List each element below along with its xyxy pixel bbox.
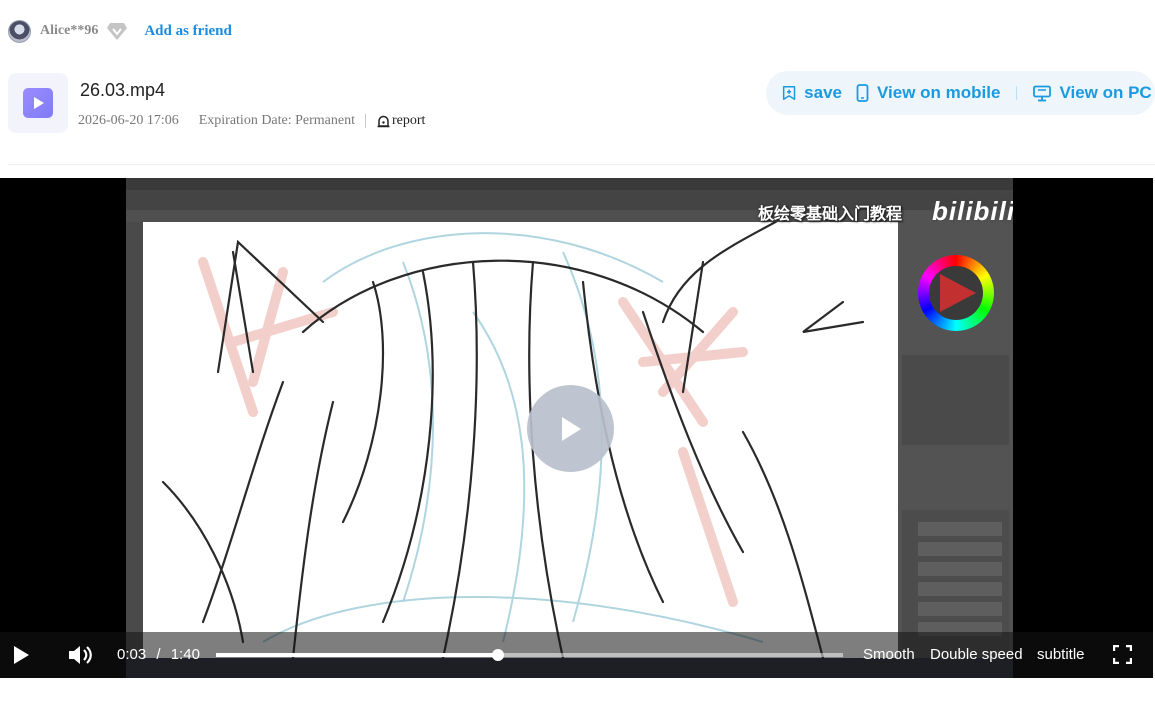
layer-row (918, 542, 1002, 556)
report-button[interactable]: report (376, 113, 425, 129)
view-on-pc-button[interactable]: View on PC (1033, 83, 1152, 103)
play-icon[interactable] (10, 645, 32, 665)
layer-row (918, 582, 1002, 596)
bookmark-plus-icon (782, 85, 796, 101)
current-time: 0:03 (117, 646, 147, 663)
file-meta: 2026-06-20 17:06 Expiration Date: Perman… (78, 113, 425, 129)
view-on-mobile-button[interactable]: View on mobile (856, 83, 1000, 103)
phone-icon (856, 84, 869, 102)
monitor-icon (1033, 85, 1052, 101)
fullscreen-icon[interactable] (1113, 645, 1132, 664)
save-button[interactable]: save (782, 83, 842, 103)
quality-button[interactable]: Smooth (863, 646, 915, 663)
user-name[interactable]: Alice**96 (40, 23, 98, 39)
big-play-button[interactable] (527, 385, 614, 472)
video-sketch (161, 222, 865, 658)
color-triangle (940, 274, 976, 312)
volume-icon[interactable] (67, 644, 93, 666)
meta-divider (365, 114, 367, 128)
layer-row (918, 562, 1002, 576)
file-name: 26.03.mp4 (80, 80, 166, 100)
expiration-date: Expiration Date: Permanent (198, 113, 356, 128)
report-label: report (392, 113, 426, 128)
bilibili-logo: bilibili (932, 196, 1013, 226)
diamond-icon (106, 21, 128, 41)
action-divider (1016, 86, 1018, 100)
subtitle-button[interactable]: subtitle (1037, 646, 1085, 663)
save-label: save (804, 83, 842, 102)
user-row: Alice**96 Add as friend (8, 18, 232, 44)
play-icon (561, 416, 581, 441)
add-friend-link[interactable]: Add as friend (144, 23, 232, 40)
video-watermark: 板绘零基础入门教程 (758, 206, 903, 223)
video-toolbar (126, 222, 143, 678)
progress-fill (216, 653, 498, 657)
duration: 1:40 (170, 646, 200, 663)
file-date: 2026-06-20 17:06 (78, 113, 179, 128)
progress-handle[interactable] (491, 649, 504, 661)
video-side-panels (898, 210, 1013, 678)
alarm-icon (377, 115, 390, 127)
view-on-pc-label: View on PC (1059, 83, 1152, 102)
speed-button[interactable]: Double speed (930, 646, 1023, 663)
layer-row (918, 602, 1002, 616)
avatar[interactable] (8, 19, 31, 43)
progress-bar[interactable] (216, 649, 843, 661)
time-separator: / (156, 646, 161, 663)
action-bar: save View on mobile View on PC (766, 71, 1155, 115)
video-file-icon (8, 73, 68, 133)
video-player[interactable]: 板绘零基础入门教程 bilibili 0:03 / 1:40 Smooth Do… (0, 178, 1153, 678)
video-menubar (126, 178, 1013, 190)
view-on-mobile-label: View on mobile (877, 83, 1001, 102)
section-divider (8, 164, 1155, 165)
time-display: 0:03 / 1:40 (117, 646, 200, 663)
brush-panel (902, 355, 1009, 445)
layer-row (918, 522, 1002, 536)
player-controls: 0:03 / 1:40 Smooth Double speed subtitle (0, 632, 1153, 678)
